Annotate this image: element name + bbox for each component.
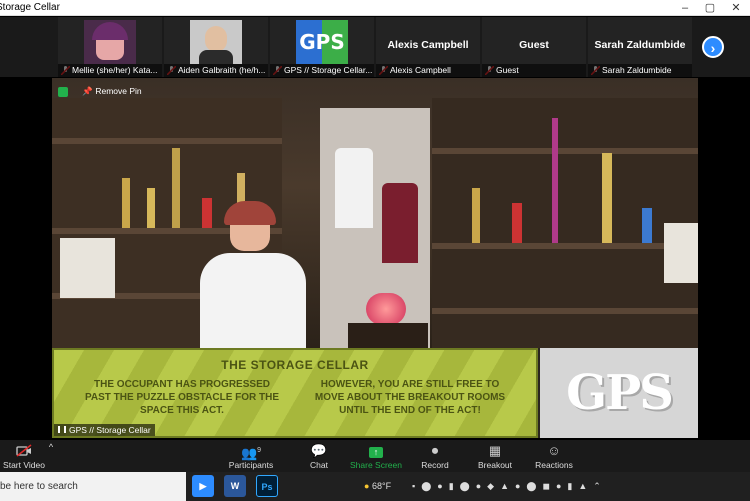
participant-name: Alexis Campbell (376, 64, 480, 77)
participants-button[interactable]: 👥9 Participants (226, 440, 276, 472)
participants-label: Participants (228, 460, 274, 470)
participant-tile[interactable]: Aiden Galbraith (he/h... (164, 17, 268, 77)
participant-name: Aiden Galbraith (he/h... (164, 64, 268, 77)
windows-taskbar: be here to search ▶ W Ps ● 68°F ▪⬤●▮⬤●◆▲… (0, 472, 750, 501)
reactions-label: Reactions (535, 460, 573, 470)
system-tray-icons[interactable]: ▪⬤●▮⬤●◆▲●⬤◼●▮▲⌃ (412, 472, 607, 501)
photoshop-app-icon[interactable]: Ps (256, 475, 278, 497)
participant-name: Sarah Zaldumbide (588, 64, 692, 77)
zoom-app-icon[interactable]: ▶ (192, 475, 214, 497)
minimize-button[interactable]: – (674, 0, 696, 16)
participant-video (190, 20, 242, 64)
word-app-icon[interactable]: W (224, 475, 246, 497)
participant-video (84, 20, 136, 64)
record-icon: ⏺ (431, 443, 439, 458)
participant-tile[interactable]: Guest Guest (482, 17, 586, 77)
participant-display-name: Guest (519, 39, 549, 51)
share-screen-icon: ↑ (350, 444, 402, 458)
storage-room-scene (52, 78, 698, 348)
breakout-rooms-icon: ▦ (488, 443, 502, 458)
record-label: Record (421, 460, 449, 470)
remove-pin-button[interactable]: 📌 Remove Pin (58, 84, 142, 98)
participant-display-name: Sarah Zaldumbide (594, 39, 686, 51)
video-options-chevron-icon[interactable]: ^ (46, 442, 56, 474)
chat-icon: 💬 (310, 443, 328, 458)
participant-name: GPS // Storage Cellar... (270, 64, 374, 77)
participant-tile[interactable]: Mellie (she/her) Kata... (58, 17, 162, 77)
active-speaker-video: 📌 Remove Pin THE STORAGE CELLAR THE OCCU… (52, 78, 698, 438)
next-page-chevron-icon[interactable]: › (702, 36, 724, 58)
share-screen-button[interactable]: ↑ Share Screen (350, 440, 402, 472)
banner-right-text: HOWEVER, YOU ARE STILL FREE TO MOVE ABOU… (314, 379, 506, 416)
share-screen-label: Share Screen (350, 460, 402, 470)
maximize-button[interactable]: ▢ (699, 0, 721, 16)
close-button[interactable]: ✕ (725, 0, 747, 16)
window-title: Storage Cellar (0, 2, 60, 13)
record-button[interactable]: ⏺ Record (418, 440, 452, 472)
taskbar-search-box[interactable]: be here to search (0, 472, 186, 501)
search-placeholder: be here to search (0, 481, 78, 492)
gps-logo: GPS (296, 20, 348, 64)
pin-icon: 📌 (82, 86, 93, 96)
video-name-label: GPS // Storage Cellar (54, 424, 155, 436)
participant-name: Guest (482, 64, 586, 77)
gps-logo: GPS (540, 348, 698, 438)
participants-icon: 👥9 (240, 445, 262, 461)
temperature: 68°F (371, 481, 392, 491)
shield-icon (58, 86, 68, 97)
reactions-button[interactable]: ☺ Reactions (534, 440, 574, 472)
participant-display-name: Alexis Campbell (387, 39, 469, 51)
banner-left-text: THE OCCUPANT HAS PROGRESSED PAST THE PUZ… (84, 379, 280, 416)
participant-tile[interactable]: Sarah Zaldumbide Sarah Zaldumbide (588, 17, 692, 77)
breakout-rooms-button[interactable]: ▦ Breakout Rooms (464, 440, 526, 481)
reactions-icon: ☺ (547, 443, 561, 458)
remove-pin-label: Remove Pin (95, 86, 142, 96)
video-off-icon (0, 444, 48, 458)
meeting-toolbar: Start Video ^ 👥9 Participants 💬 Chat ↑ S… (0, 440, 750, 481)
participant-name: Mellie (she/her) Kata... (58, 64, 162, 77)
start-video-button[interactable]: Start Video (0, 440, 48, 472)
weather-widget[interactable]: ● 68°F (364, 472, 391, 501)
sun-icon: ● (364, 481, 370, 491)
signal-icon (58, 426, 66, 433)
window-title-bar: Storage Cellar – ▢ ✕ (0, 0, 750, 16)
banner-title: THE STORAGE CELLAR (221, 358, 369, 372)
start-video-label: Start Video (3, 460, 45, 470)
gallery-strip: Mellie (she/her) Kata... Aiden Galbraith… (0, 17, 750, 77)
chat-label: Chat (310, 460, 328, 470)
participant-tile[interactable]: GPS GPS // Storage Cellar... (270, 17, 374, 77)
chat-button[interactable]: 💬 Chat (302, 440, 336, 472)
participant-tile[interactable]: Alexis Campbell Alexis Campbell (376, 17, 480, 77)
